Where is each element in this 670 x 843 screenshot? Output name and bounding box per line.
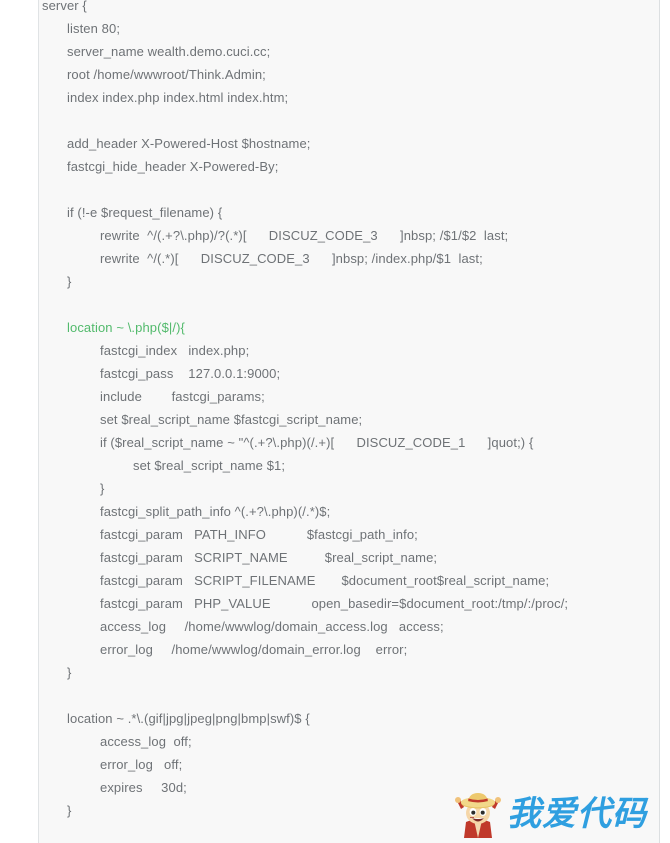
code-line: fastcgi_param PATH_INFO $fastcgi_path_in… [100, 527, 418, 542]
code-line: expires 30d; [100, 780, 187, 795]
code-line: error_log /home/wwwlog/domain_error.log … [100, 642, 408, 657]
code-line: root /home/wwwroot/Think.Admin; [67, 67, 266, 82]
code-line: fastcgi_param SCRIPT_FILENAME $document_… [100, 573, 550, 588]
code-line: fastcgi_hide_header X-Powered-By; [67, 159, 279, 174]
code-line: access_log /home/wwwlog/domain_access.lo… [100, 619, 444, 634]
code-line: add_header X-Powered-Host $hostname; [67, 136, 311, 151]
code-line: server { [42, 0, 87, 13]
code-line: fastcgi_param SCRIPT_NAME $real_script_n… [100, 550, 438, 565]
code-line: } [100, 481, 105, 496]
code-line: index index.php index.html index.htm; [67, 90, 289, 105]
code-line: fastcgi_index index.php; [100, 343, 250, 358]
code-line: if ($real_script_name ~ "^(.+?\.php)(/.+… [100, 435, 534, 450]
code-line: location ~ \.php($|/){ [67, 320, 185, 335]
code-line: set $real_script_name $1; [133, 458, 286, 473]
code-line: set $real_script_name $fastcgi_script_na… [100, 412, 363, 427]
code-line: if (!-e $request_filename) { [67, 205, 223, 220]
code-line: fastcgi_param PHP_VALUE open_basedir=$do… [100, 596, 569, 611]
code-line: } [67, 274, 72, 289]
code-line: location ~ .*\.(gif|jpg|jpeg|png|bmp|swf… [67, 711, 310, 726]
code-line: fastcgi_split_path_info ^(.+?\.php)(/.*)… [100, 504, 331, 519]
code-line: error_log off; [100, 757, 183, 772]
code-line: rewrite ^/(.*)[ DISCUZ_CODE_3 ]nbsp; /in… [100, 251, 483, 266]
code-line: access_log off; [100, 734, 192, 749]
code-line-list: server { listen 80; server_name wealth.dem… [39, 0, 659, 822]
code-line: fastcgi_pass 127.0.0.1:9000; [100, 366, 281, 381]
code-line: server_name wealth.demo.cuci.cc; [67, 44, 271, 59]
code-line: } [67, 803, 72, 818]
code-line: } [67, 665, 72, 680]
code-line: include fastcgi_params; [100, 389, 265, 404]
code-line: rewrite ^/(.+?\.php)/?(.*)[ DISCUZ_CODE_… [100, 228, 509, 243]
nginx-config-code-block: server { listen 80; server_name wealth.dem… [38, 0, 660, 843]
code-line: listen 80; [67, 21, 121, 36]
